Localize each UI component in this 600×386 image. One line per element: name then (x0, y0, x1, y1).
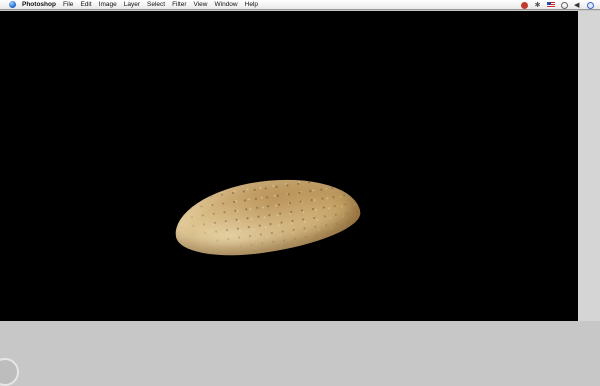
menu-window[interactable]: Window (215, 1, 238, 8)
dock-corner-icon[interactable] (0, 358, 19, 386)
bluetooth-icon[interactable]: ✱ (534, 2, 541, 9)
menu-layer[interactable]: Layer (124, 1, 140, 8)
document-canvas[interactable] (0, 11, 578, 321)
status-menus: ✱ ◀ (521, 0, 594, 10)
bread-seeds-texture (169, 168, 365, 265)
bread-loaf-image (169, 168, 365, 265)
menu-edit[interactable]: Edit (80, 1, 91, 8)
spotlight-icon[interactable] (587, 1, 594, 9)
menu-app-photoshop[interactable]: Photoshop (22, 1, 56, 8)
menu-select[interactable]: Select (147, 1, 165, 8)
bug-icon[interactable] (521, 1, 528, 9)
volume-icon[interactable]: ◀ (574, 2, 581, 9)
clock-icon[interactable] (561, 1, 568, 9)
apple-menu-icon[interactable] (9, 1, 16, 8)
us-flag-icon[interactable] (547, 2, 555, 8)
menu-help[interactable]: Help (245, 1, 258, 8)
right-panel-strip (578, 11, 600, 321)
menu-view[interactable]: View (194, 1, 208, 8)
menu-filter[interactable]: Filter (172, 1, 186, 8)
menu-image[interactable]: Image (99, 1, 117, 8)
menu-bar: Photoshop File Edit Image Layer Select F… (0, 0, 600, 10)
menu-file[interactable]: File (63, 1, 73, 8)
